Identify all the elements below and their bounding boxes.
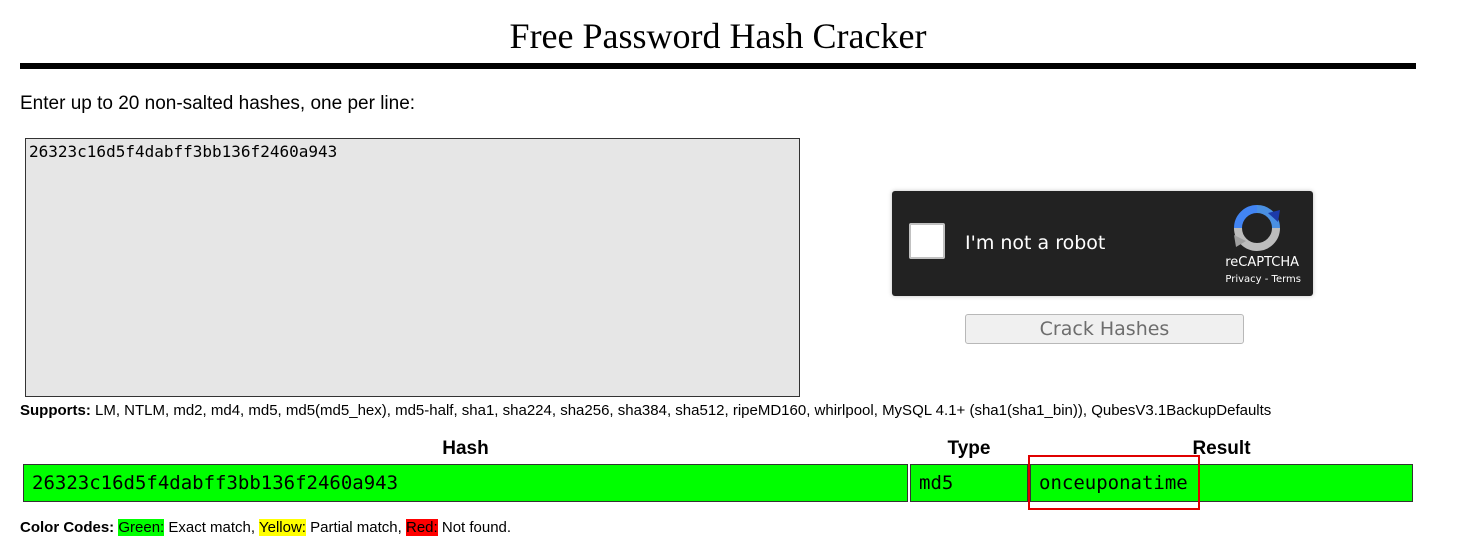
recaptcha-widget: I'm not a robot reCAPTCHA Privacy - Term… xyxy=(892,191,1313,296)
instructions-text: Enter up to 20 non-salted hashes, one pe… xyxy=(20,93,416,114)
recaptcha-logo-icon xyxy=(1234,205,1280,251)
color-codes-legend: Color Codes: Green: Exact match, Yellow:… xyxy=(20,519,511,537)
supports-list: LM, NTLM, md2, md4, md5, md5(md5_hex), m… xyxy=(90,402,1272,419)
captcha-link-separator: - xyxy=(1261,274,1272,285)
header-type: Type xyxy=(947,438,991,459)
color-codes-label: Color Codes: xyxy=(20,519,115,536)
captcha-checkbox[interactable] xyxy=(909,223,945,259)
title-divider xyxy=(20,63,1416,69)
result-type-cell: md5 xyxy=(910,464,1028,502)
yellow-swatch: Yellow: xyxy=(258,519,306,536)
header-hash: Hash xyxy=(442,438,489,459)
supports-label: Supports: xyxy=(20,402,91,419)
green-swatch: Green: xyxy=(118,519,165,536)
captcha-terms-link[interactable]: Terms xyxy=(1272,274,1301,285)
captcha-privacy-link[interactable]: Privacy xyxy=(1225,274,1261,285)
result-hash-cell: 26323c16d5f4dabff3bb136f2460a943 xyxy=(23,464,908,502)
red-meaning: Not found. xyxy=(437,519,512,536)
page-title: Free Password Hash Cracker xyxy=(509,16,927,56)
captcha-label: I'm not a robot xyxy=(965,232,1106,254)
hash-input[interactable]: 26323c16d5f4dabff3bb136f2460a943 xyxy=(25,138,800,397)
green-meaning: Exact match, xyxy=(164,519,259,536)
captcha-brand: reCAPTCHA xyxy=(1225,255,1299,270)
captcha-links: Privacy - Terms xyxy=(1225,274,1301,286)
result-highlight-box xyxy=(1028,455,1200,510)
yellow-meaning: Partial match, xyxy=(305,519,406,536)
page: Free Password Hash Cracker Enter up to 2… xyxy=(0,0,1466,554)
crack-hashes-button[interactable]: Crack Hashes xyxy=(965,314,1244,344)
red-swatch: Red: xyxy=(406,519,438,536)
supported-algorithms: Supports: LM, NTLM, md2, md4, md5, md5(m… xyxy=(20,402,1271,420)
